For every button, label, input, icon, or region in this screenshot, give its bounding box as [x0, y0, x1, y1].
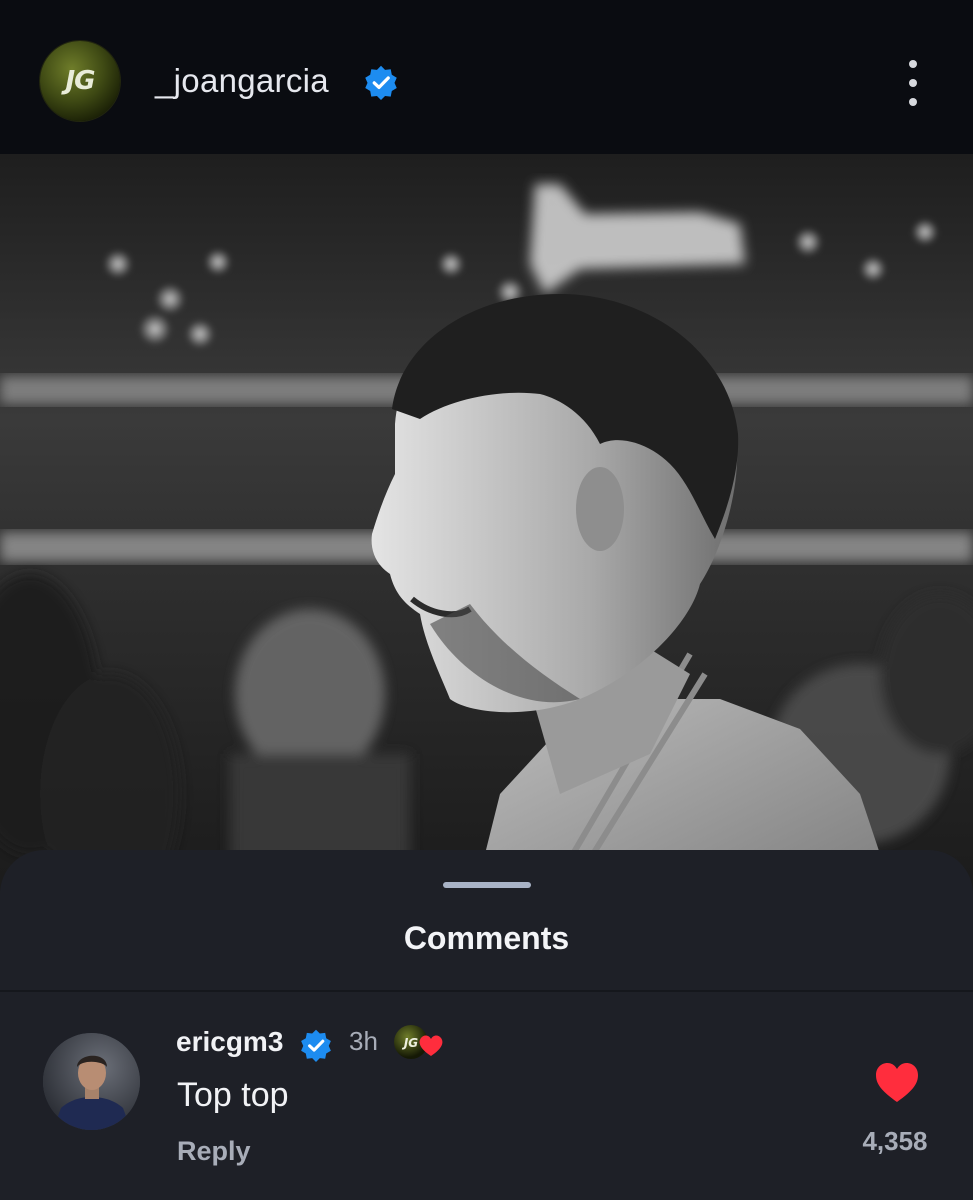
more-options-button[interactable]	[896, 56, 930, 110]
more-vertical-icon	[909, 98, 917, 106]
commenter-username[interactable]: ericgm3	[176, 1026, 283, 1058]
commenter-avatar[interactable]	[43, 1033, 140, 1130]
more-vertical-icon	[909, 79, 917, 87]
comments-sheet: Comments ericgm3 3h JG Top top Reply 4,3…	[0, 850, 973, 1200]
author-avatar[interactable]: JG	[40, 41, 120, 121]
post-header: JG _joangarcia	[0, 0, 973, 154]
liked-by-author-badge-icon: JG	[394, 1025, 443, 1059]
sheet-drag-handle[interactable]	[443, 882, 531, 888]
verified-badge-icon	[301, 1029, 331, 1062]
commenter-avatar-image	[43, 1033, 140, 1130]
reply-button[interactable]: Reply	[177, 1136, 251, 1167]
comment-timestamp: 3h	[349, 1026, 378, 1056]
comments-title: Comments	[403, 920, 570, 956]
post-image	[0, 154, 973, 914]
more-vertical-icon	[909, 60, 917, 68]
author-avatar-monogram: JG	[65, 66, 95, 96]
comment-text: Top top	[177, 1076, 289, 1114]
verified-badge-icon	[365, 65, 397, 100]
post-photo[interactable]	[0, 154, 973, 914]
like-count: 4,358	[862, 1126, 928, 1156]
svg-text:JG: JG	[402, 1036, 418, 1050]
author-username[interactable]: _joangarcia	[155, 62, 329, 100]
comment-item: ericgm3 3h JG Top top Reply 4,358	[0, 992, 973, 1200]
heart-filled-icon[interactable]	[874, 1062, 920, 1104]
